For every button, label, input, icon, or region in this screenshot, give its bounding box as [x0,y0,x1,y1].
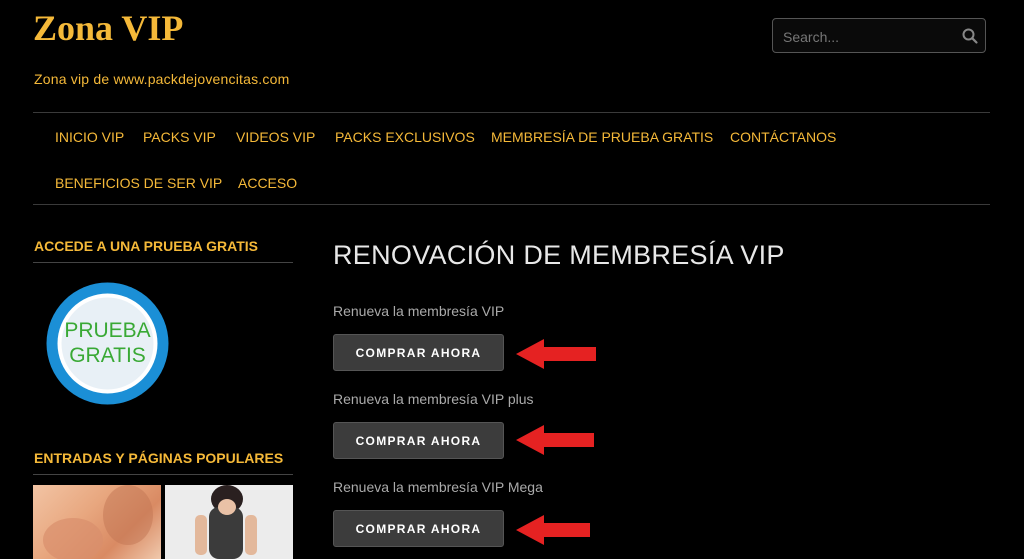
search-box[interactable] [772,18,986,54]
site-title[interactable]: Zona VIP [33,8,183,48]
nav-item-packs-vip[interactable]: PACKS VIP [143,129,216,145]
main-nav: INICIO VIP PACKS VIP VIDEOS VIP PACKS EX… [33,113,990,203]
red-arrow-icon [516,339,596,369]
nav-item-videos-vip[interactable]: VIDEOS VIP [236,129,315,145]
buy-now-button-vip-plus[interactable]: COMPRAR AHORA [333,422,504,459]
plan-label-vip-plus: Renueva la membresía VIP plus [333,391,534,407]
badge-line-2: GRATIS [69,344,146,367]
red-arrow-icon [516,425,594,455]
nav-item-contactanos[interactable]: CONTÁCTANOS [730,129,836,145]
page-title: RENOVACIÓN DE MEMBRESÍA VIP [333,240,785,270]
buy-now-button-vip-mega[interactable]: COMPRAR AHORA [333,510,504,547]
search-input[interactable] [781,19,955,54]
plan-label-vip-mega: Renueva la membresía VIP Mega [333,479,543,495]
plan-label-vip: Renueva la membresía VIP [333,303,505,319]
nav-item-acceso[interactable]: ACCESO [238,175,297,191]
search-icon[interactable] [961,27,979,45]
trial-widget-title: ACCEDE A UNA PRUEBA GRATIS [34,238,259,254]
nav-item-inicio-vip[interactable]: INICIO VIP [55,129,124,145]
popular-post-thumbnail[interactable] [165,485,293,559]
widget-divider [33,262,293,263]
nav-item-beneficios[interactable]: BENEFICIOS DE SER VIP [55,175,222,191]
buy-now-button-vip[interactable]: COMPRAR AHORA [333,334,504,371]
popular-widget-title: ENTRADAS Y PÁGINAS POPULARES [34,450,284,466]
nav-item-membresia-prueba[interactable]: MEMBRESÍA DE PRUEBA GRATIS [491,129,713,145]
red-arrow-icon [516,515,590,545]
site-tagline: Zona vip de www.packdejovencitas.com [34,71,290,87]
nav-item-packs-exclusivos[interactable]: PACKS EXCLUSIVOS [335,129,475,145]
free-trial-badge[interactable]: PRUEBA GRATIS [44,280,171,407]
widget-divider [33,474,293,475]
popular-post-thumbnail[interactable] [33,485,161,559]
nav-bottom-divider [33,204,990,205]
badge-line-1: PRUEBA [64,319,151,342]
